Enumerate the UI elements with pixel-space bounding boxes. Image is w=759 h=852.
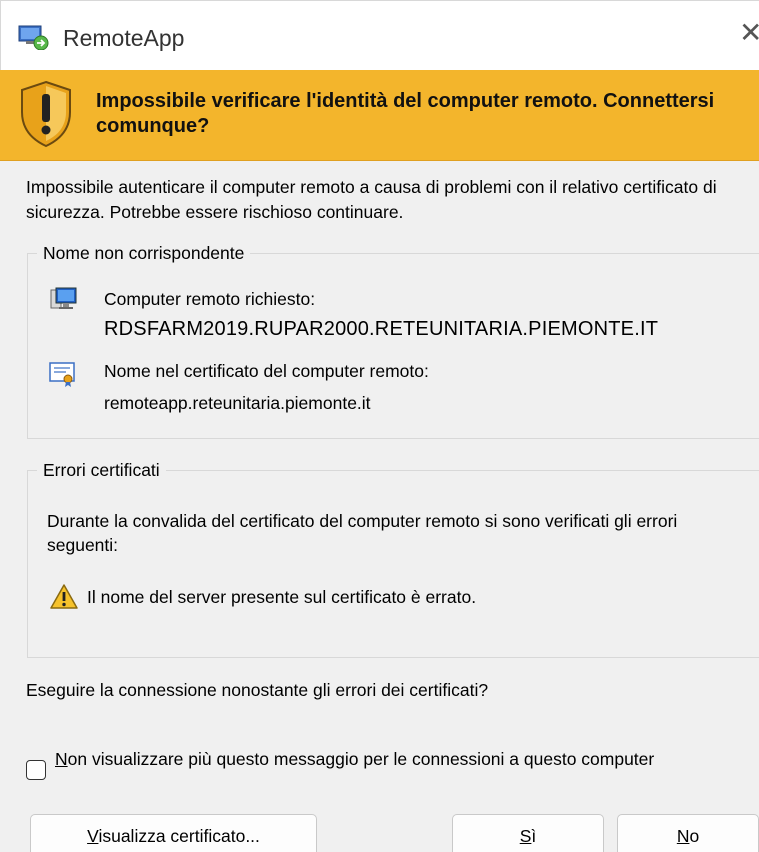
close-icon[interactable]: ✕ bbox=[739, 19, 759, 47]
title-bar: RemoteApp ✕ bbox=[0, 0, 759, 70]
warning-shield-icon bbox=[21, 80, 71, 148]
warning-icon bbox=[50, 584, 78, 609]
button-accelerator: S bbox=[519, 826, 532, 846]
dont-show-again-checkbox[interactable] bbox=[26, 760, 46, 780]
button-label: isualizza certificato... bbox=[98, 826, 260, 846]
group-legend: Nome non corrispondente bbox=[37, 241, 251, 265]
button-accelerator: N bbox=[676, 826, 690, 846]
error-item-1: Il nome del server presente sul certific… bbox=[87, 587, 477, 607]
certificate-errors-group: Errori certificati Durante la convalida … bbox=[27, 458, 759, 658]
intro-text: Impossibile autenticare il computer remo… bbox=[26, 177, 717, 222]
group-legend: Errori certificati bbox=[37, 458, 166, 482]
button-label: o bbox=[689, 826, 700, 846]
yes-button[interactable]: Sì bbox=[452, 814, 604, 852]
dont-show-again-label[interactable]: Non visualizzare più questo messaggio pe… bbox=[55, 747, 735, 771]
connect-question: Eseguire la connessione nonostante gli e… bbox=[26, 680, 489, 700]
remoteapp-dialog: RemoteApp ✕ Impossibile verificare l'ide… bbox=[0, 0, 759, 852]
window-title: RemoteApp bbox=[63, 25, 185, 51]
requested-computer-label: Computer remoto richiesto: bbox=[104, 289, 316, 309]
requested-computer-value: RDSFARM2019.RUPAR2000.RETEUNITARIA.PIEMO… bbox=[104, 318, 659, 340]
remoteapp-icon bbox=[18, 25, 49, 50]
label-text: on visualizzare più questo messaggio per… bbox=[67, 749, 655, 769]
computer-icon bbox=[50, 287, 77, 309]
name-mismatch-group: Nome non corrispondente Computer remoto … bbox=[27, 241, 759, 439]
no-button[interactable]: No bbox=[617, 814, 759, 852]
certificate-name-value: remoteapp.reteunitaria.piemonte.it bbox=[104, 393, 371, 413]
warning-banner: Impossibile verificare l'identità del co… bbox=[0, 70, 759, 161]
certificate-name-label: Nome nel certificato del computer remoto… bbox=[104, 361, 429, 381]
view-certificate-button[interactable]: Visualizza certificato... bbox=[30, 814, 317, 852]
button-accelerator: V bbox=[87, 826, 99, 846]
button-label: ì bbox=[531, 826, 537, 846]
errors-description: Durante la convalida del certificato del… bbox=[47, 511, 678, 555]
certificate-icon bbox=[49, 362, 75, 387]
banner-title: Impossibile verificare l'identità del co… bbox=[96, 90, 715, 137]
label-accelerator: N bbox=[55, 749, 68, 769]
